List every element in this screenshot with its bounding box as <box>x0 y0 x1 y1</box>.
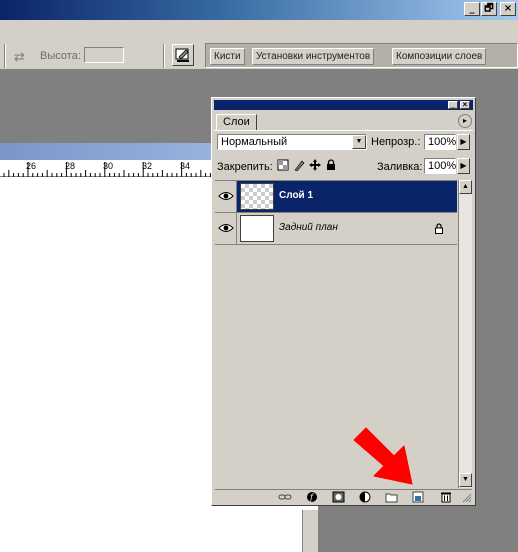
palette-close-button[interactable]: × <box>460 101 470 109</box>
palette-toggle-icon <box>175 48 189 62</box>
options-separator <box>163 44 165 68</box>
layer-mask-icon[interactable] <box>332 491 346 503</box>
annotation-arrow-icon <box>353 427 413 485</box>
scroll-up-button[interactable]: ▲ <box>459 180 472 194</box>
document-scrollbar[interactable] <box>302 510 318 552</box>
opacity-label: Непрозр.: <box>371 136 421 148</box>
layers-footer: f <box>215 489 472 503</box>
new-layer-icon[interactable] <box>411 491 425 503</box>
ruler-label: 28 <box>65 161 76 171</box>
scroll-down-button[interactable]: ▼ <box>459 473 472 487</box>
lock-label: Закрепить: <box>217 161 273 173</box>
palette-menu-button[interactable]: ▸ <box>458 114 472 128</box>
palette-toggle-button[interactable] <box>172 44 194 66</box>
palette-minimize-button[interactable]: _ <box>448 101 458 109</box>
lock-all-icon[interactable] <box>325 159 337 171</box>
eye-icon <box>218 224 234 232</box>
lock-icon <box>435 223 443 234</box>
palette-titlebar[interactable]: _ × <box>214 100 473 110</box>
ruler-label: 32 <box>142 161 153 171</box>
eye-icon <box>218 192 234 200</box>
lock-position-icon[interactable] <box>309 159 321 171</box>
layer-name: Задний план <box>279 222 338 233</box>
layer-row[interactable]: Задний план <box>215 213 457 245</box>
layer-style-icon[interactable]: f <box>306 491 320 503</box>
restore-button[interactable]: 🗗 <box>481 2 497 16</box>
height-label: Высота: <box>40 50 81 62</box>
ruler-label: 26 <box>26 161 37 171</box>
fill-slider-button[interactable]: ▶ <box>457 158 470 174</box>
new-group-icon[interactable] <box>385 491 399 503</box>
close-button[interactable]: × <box>500 2 516 16</box>
visibility-toggle[interactable] <box>215 181 237 212</box>
window-titlebar: _ 🗗 × <box>0 0 518 20</box>
palette-well-tab-layer-comps[interactable]: Композиции слоев <box>392 48 487 65</box>
palette-well-tab-brushes[interactable]: Кисти <box>210 48 245 65</box>
visibility-toggle[interactable] <box>215 213 237 244</box>
trash-icon[interactable] <box>439 491 453 503</box>
adjustment-layer-icon[interactable] <box>359 491 373 503</box>
resize-grip-icon[interactable] <box>462 493 472 503</box>
ruler-label: 34 <box>180 161 191 171</box>
fill-label: Заливка: <box>377 161 423 173</box>
fill-field[interactable]: 100% <box>424 158 456 174</box>
layers-panel-body: Нормальный ▼ Непрозр.: 100% ▶ Закрепить:… <box>214 130 473 503</box>
layer-name: Слой 1 <box>279 190 314 201</box>
swap-dimensions-icon[interactable]: ⇄ <box>14 50 25 65</box>
lock-pixels-icon[interactable] <box>293 159 305 171</box>
layers-scrollbar[interactable]: ▲ ▼ <box>458 180 472 488</box>
opacity-field[interactable]: 100% <box>424 134 456 150</box>
options-bar: ⇄ Высота: Кисти Установки инструментов К… <box>0 20 518 70</box>
opacity-slider-button[interactable]: ▶ <box>457 134 470 150</box>
palette-well-tab-tool-presets[interactable]: Установки инструментов <box>252 48 375 65</box>
height-input[interactable] <box>84 47 124 63</box>
layers-palette: _ × Слои ▸ Нормальный ▼ Непрозр.: 100% ▶… <box>211 97 476 506</box>
layer-row[interactable]: Слой 1 <box>215 181 457 213</box>
minimize-button[interactable]: _ <box>464 2 480 16</box>
options-separator <box>4 44 6 68</box>
tab-layers[interactable]: Слои <box>216 114 257 130</box>
blend-mode-select[interactable]: Нормальный ▼ <box>217 134 367 150</box>
ruler-label: 30 <box>103 161 114 171</box>
lock-transparency-icon[interactable] <box>277 159 289 171</box>
layer-thumbnail <box>240 215 274 242</box>
layer-thumbnail <box>240 183 274 210</box>
link-icon[interactable] <box>278 491 292 503</box>
blend-mode-value: Нормальный <box>221 136 288 148</box>
chevron-down-icon[interactable]: ▼ <box>352 135 366 149</box>
